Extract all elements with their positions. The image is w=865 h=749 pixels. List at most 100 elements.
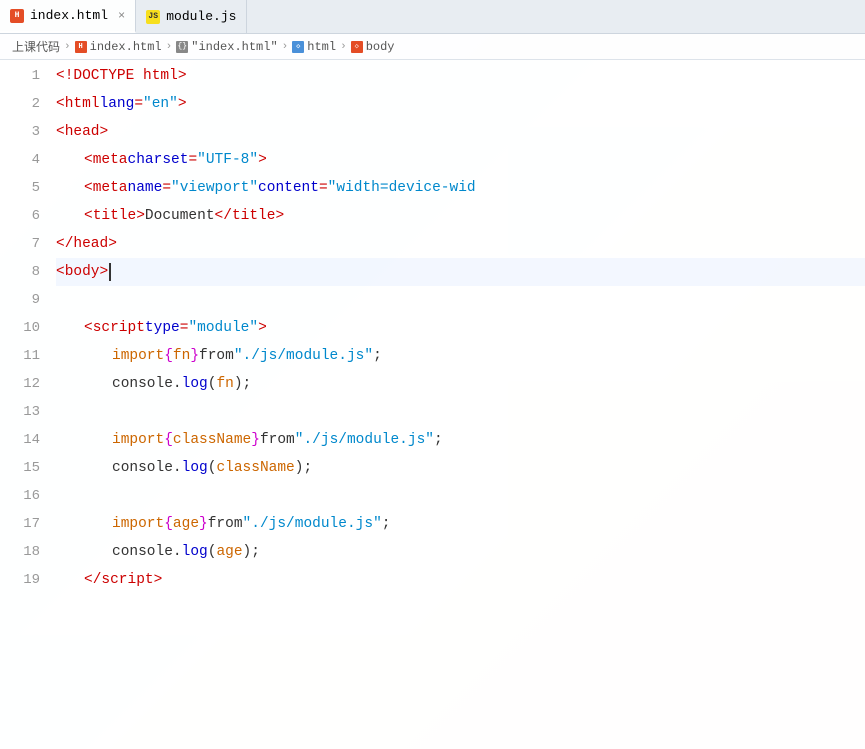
code-import-1: import: [112, 348, 164, 364]
code-body-open: <body>: [56, 264, 108, 280]
code-line-2: <html lang = "en" >: [56, 90, 865, 118]
line-num-13: 13: [4, 398, 52, 426]
code-line-7: </head>: [56, 230, 865, 258]
breadcrumb: 上课代码 › H index.html › {} "index.html" › …: [0, 34, 865, 60]
code-fn-arg: fn: [216, 376, 233, 392]
code-fn-name: fn: [173, 348, 190, 364]
breadcrumb-curly-icon: {}: [176, 41, 188, 53]
code-console-1: console: [112, 376, 173, 392]
code-script-open: <script: [84, 320, 145, 336]
tab-label-module-js: module.js: [166, 9, 236, 24]
code-classname-arg: className: [216, 460, 294, 476]
code-brace-cn-open: {: [164, 432, 173, 448]
breadcrumb-html-tag-item: ◇ html: [292, 40, 336, 54]
code-path-2: "./js/module.js": [295, 432, 434, 448]
code-meta1-end: >: [258, 152, 267, 168]
code-age-name: age: [173, 516, 199, 532]
code-log-1: log: [182, 376, 208, 392]
line-num-18: 18: [4, 538, 52, 566]
code-eq2: =: [188, 152, 197, 168]
tab-close-index-html[interactable]: ×: [118, 9, 125, 23]
line-num-12: 12: [4, 370, 52, 398]
code-head-close: </head>: [56, 236, 117, 252]
code-content[interactable]: <!DOCTYPE html> <html lang = "en" > <hea…: [52, 60, 865, 749]
code-line-11: import { fn } from "./js/module.js" ;: [56, 342, 865, 370]
breadcrumb-tag-icon: ◇: [351, 41, 363, 53]
line-num-4: 4: [4, 146, 52, 174]
code-semi-2: ;: [434, 432, 443, 448]
js-file-icon: JS: [146, 10, 160, 24]
code-line-3: <head>: [56, 118, 865, 146]
code-area[interactable]: 1 2 3 4 5 6 7 8 9 10 11 12 13 14 15 16 1…: [0, 60, 865, 749]
code-lang-attr: lang: [100, 96, 135, 112]
tab-module-js[interactable]: JS module.js: [136, 0, 247, 33]
code-title-close: </title>: [215, 208, 285, 224]
code-line-5: <meta name = "viewport" content = "width…: [56, 174, 865, 202]
code-from-3: from: [208, 516, 243, 532]
line-num-16: 16: [4, 482, 52, 510]
breadcrumb-html-icon: H: [75, 41, 87, 53]
breadcrumb-html-icon-item: H index.html: [75, 40, 162, 54]
code-line-12: console . log ( fn );: [56, 370, 865, 398]
code-brace-fn-close: }: [190, 348, 199, 364]
code-lang-val: "en": [143, 96, 178, 112]
code-path-3: "./js/module.js": [243, 516, 382, 532]
line-num-11: 11: [4, 342, 52, 370]
code-dot-1: .: [173, 376, 182, 392]
line-num-15: 15: [4, 454, 52, 482]
code-import-3: import: [112, 516, 164, 532]
code-paren-cn-close: );: [295, 460, 312, 476]
tab-bar: H index.html × JS module.js: [0, 0, 865, 34]
line-num-1: 1: [4, 62, 52, 90]
code-log-3: log: [182, 544, 208, 560]
tab-index-html[interactable]: H index.html ×: [0, 0, 136, 33]
code-eq4: =: [319, 180, 328, 196]
code-dot-2: .: [173, 460, 182, 476]
code-meta1-open: <meta: [84, 152, 128, 168]
code-head-open: <head>: [56, 124, 108, 140]
code-line-4: <meta charset = "UTF-8" >: [56, 146, 865, 174]
code-content-attr: content: [258, 180, 319, 196]
code-paren-fn-open: (: [208, 376, 217, 392]
code-classname-name: className: [173, 432, 251, 448]
code-brace-age-open: {: [164, 516, 173, 532]
line-num-2: 2: [4, 90, 52, 118]
line-num-6: 6: [4, 202, 52, 230]
code-line-10: <script type = "module" >: [56, 314, 865, 342]
code-paren-cn-open: (: [208, 460, 217, 476]
breadcrumb-body-item: ◇ body: [351, 40, 395, 54]
code-console-2: console: [112, 460, 173, 476]
code-charset-val: "UTF-8": [197, 152, 258, 168]
code-line-14: import { className } from "./js/module.j…: [56, 426, 865, 454]
code-name-attr: name: [128, 180, 163, 196]
code-eq1: =: [134, 96, 143, 112]
code-semi-3: ;: [382, 516, 391, 532]
line-num-19: 19: [4, 566, 52, 594]
code-script-open-end: >: [258, 320, 267, 336]
code-type-attr: type: [145, 320, 180, 336]
code-line-9: [56, 286, 865, 314]
line-num-14: 14: [4, 426, 52, 454]
code-from-1: from: [199, 348, 234, 364]
code-name-val: "viewport": [171, 180, 258, 196]
code-line-17: import { age } from "./js/module.js" ;: [56, 510, 865, 538]
text-cursor: [109, 263, 111, 281]
code-charset-attr: charset: [128, 152, 189, 168]
code-paren-age-open: (: [208, 544, 217, 560]
code-dot-3: .: [173, 544, 182, 560]
editor-container: H index.html × JS module.js 上课代码 › H ind…: [0, 0, 865, 749]
code-eq3: =: [162, 180, 171, 196]
code-from-2: from: [260, 432, 295, 448]
code-html-open: <html: [56, 96, 100, 112]
code-line-18: console . log ( age );: [56, 538, 865, 566]
code-line-1: <!DOCTYPE html>: [56, 62, 865, 90]
code-type-val: "module": [188, 320, 258, 336]
html-file-icon: H: [10, 9, 24, 23]
code-import-2: import: [112, 432, 164, 448]
code-line-15: console . log ( className );: [56, 454, 865, 482]
line-num-17: 17: [4, 510, 52, 538]
code-title-open: <title>: [84, 208, 145, 224]
breadcrumb-root: 上课代码: [12, 38, 60, 55]
code-log-2: log: [182, 460, 208, 476]
code-title-text: Document: [145, 208, 215, 224]
